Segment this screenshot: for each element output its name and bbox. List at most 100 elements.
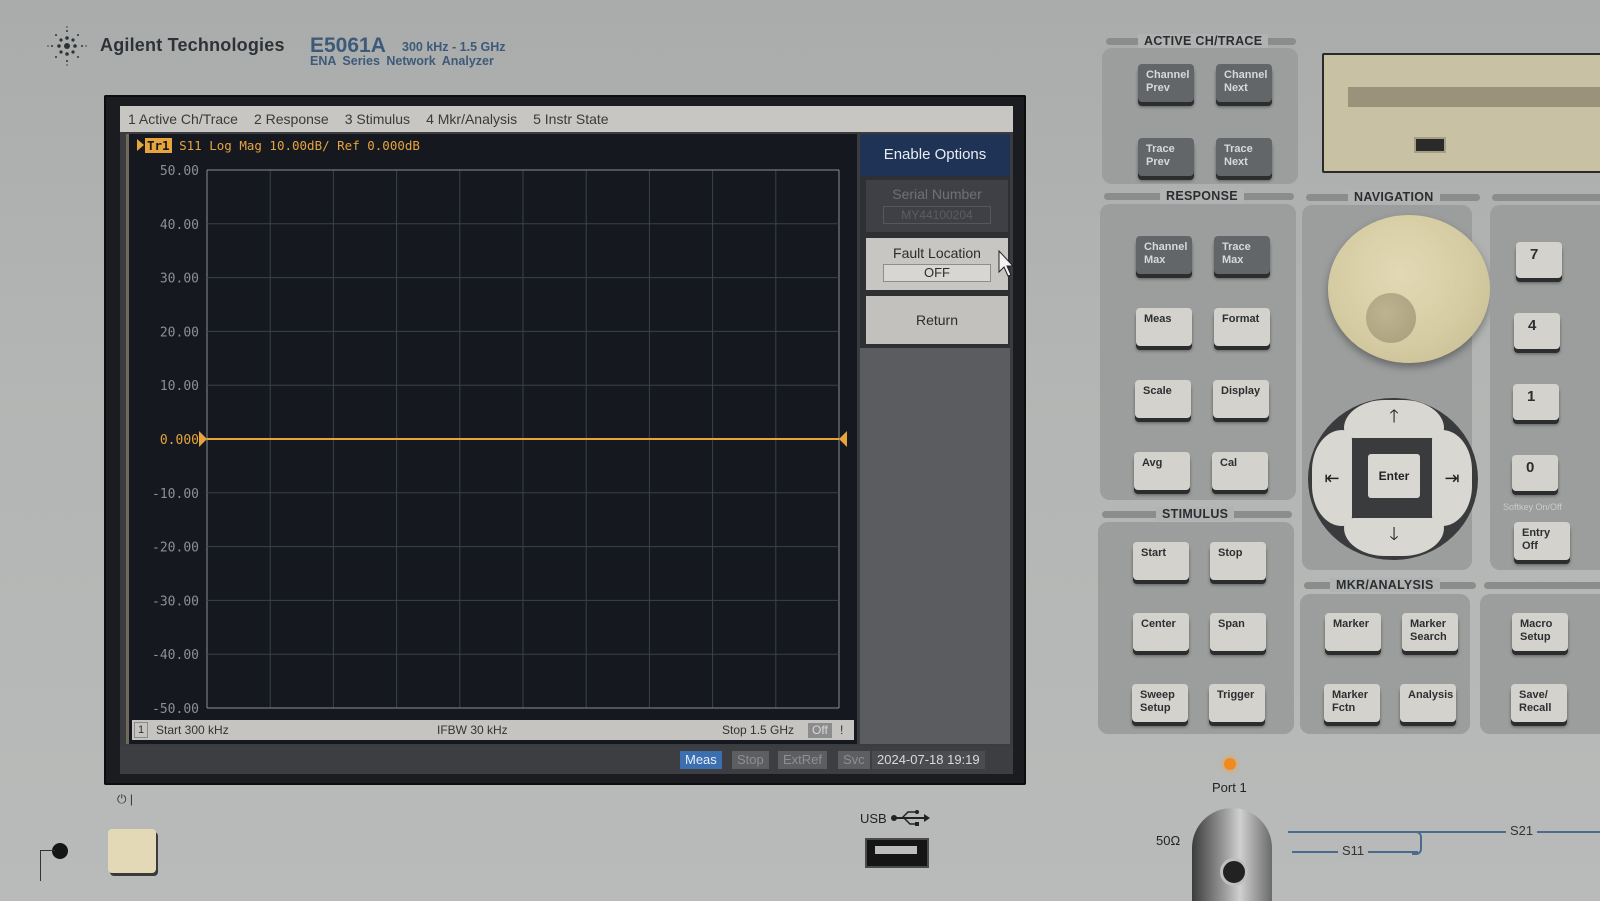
key-meas[interactable]: Meas xyxy=(1136,308,1192,346)
label-mkr-analysis: MKR/ANALYSIS xyxy=(1330,578,1440,592)
key-entry-off[interactable]: Entry Off xyxy=(1514,522,1570,560)
key-macro-setup[interactable]: Macro Setup xyxy=(1512,613,1568,651)
key-cal[interactable]: Cal xyxy=(1212,452,1268,490)
key-trace-max[interactable]: Trace Max xyxy=(1214,236,1270,274)
key-center[interactable]: Center xyxy=(1133,613,1189,651)
status-stop: Stop xyxy=(732,751,769,769)
key-display[interactable]: Display xyxy=(1213,380,1269,418)
key-avg[interactable]: Avg xyxy=(1134,452,1190,490)
navigation-pad: 🡑 🡓 ⇤ ⇥ Enter xyxy=(1308,398,1478,560)
key-trace-prev[interactable]: Trace Prev xyxy=(1138,138,1194,176)
port1-label: Port 1 xyxy=(1212,780,1247,795)
arrow-down-icon: 🡓 xyxy=(1389,524,1399,544)
key-trace-next[interactable]: Trace Next xyxy=(1216,138,1272,176)
fault-location-label: Fault Location xyxy=(893,245,981,261)
status-bar: Meas Stop ExtRef Svc 2024-07-18 19:19 xyxy=(120,746,1013,774)
key-save-recall[interactable]: Save/Recall xyxy=(1511,684,1567,722)
frequency-range: 300 kHz - 1.5 GHz xyxy=(402,40,506,54)
key-1[interactable]: 1 xyxy=(1513,384,1559,420)
warning-indicator: ! xyxy=(840,723,844,737)
key-0[interactable]: 0 xyxy=(1512,455,1558,491)
key-span[interactable]: Span xyxy=(1210,613,1266,651)
y-tick-label: -40.00 xyxy=(152,648,199,663)
instrument-display: 1 Active Ch/Trace 2 Response 3 Stimulus … xyxy=(120,106,1013,774)
channel-number[interactable]: 1 xyxy=(134,722,148,738)
softkey-empty-area xyxy=(860,348,1010,744)
key-stop[interactable]: Stop xyxy=(1210,542,1266,580)
s21-line xyxy=(1288,831,1600,833)
ifbw-readout: IFBW 30 kHz xyxy=(437,723,508,737)
floppy-eject-button[interactable] xyxy=(1414,137,1446,153)
label-stimulus: STIMULUS xyxy=(1156,507,1235,521)
trace-chart: Tr1 S11 Log Mag 10.00dB/ Ref 0.000dB 50.… xyxy=(126,134,857,744)
usb-port[interactable] xyxy=(865,838,929,868)
label-response: RESPONSE xyxy=(1160,189,1244,203)
usb-symbol-icon xyxy=(891,810,931,826)
softkey-onoff-label: Softkey On/Off xyxy=(1503,502,1562,512)
y-tick-label: -20.00 xyxy=(152,541,199,556)
power-button[interactable] xyxy=(108,829,156,873)
y-tick-label: 30.00 xyxy=(160,272,199,287)
power-symbols: ⏻ | xyxy=(117,792,133,806)
softkey-return[interactable]: Return xyxy=(866,296,1008,344)
key-channel-next[interactable]: Channel Next xyxy=(1216,64,1272,102)
start-frequency: Start 300 kHz xyxy=(156,723,229,737)
serial-number-value: MY44100204 xyxy=(883,206,991,224)
s-param-bracket xyxy=(1412,831,1422,855)
status-svc: Svc xyxy=(838,751,870,769)
softkey-fault-location[interactable]: Fault Location OFF xyxy=(866,238,1008,290)
key-format[interactable]: Format xyxy=(1214,308,1270,346)
s21-label: S21 xyxy=(1506,823,1538,838)
menu-instr-state[interactable]: 5 Instr State xyxy=(525,111,616,127)
y-tick-label: -10.00 xyxy=(152,487,199,502)
rotary-knob[interactable] xyxy=(1328,215,1490,363)
key-marker-search[interactable]: Marker Search xyxy=(1402,613,1458,651)
enter-button[interactable]: Enter xyxy=(1368,454,1420,498)
usb-text: USB xyxy=(860,811,887,826)
key-channel-prev[interactable]: Channel Prev xyxy=(1138,64,1194,102)
port1-led-icon xyxy=(1224,758,1236,770)
arrow-down-button[interactable]: 🡓 xyxy=(1344,518,1444,556)
usb-label: USB xyxy=(860,810,931,826)
channel-footer: 1 Start 300 kHz IFBW 30 kHz Stop 1.5 GHz… xyxy=(132,720,854,740)
trace-plot: 50.00 40.00 30.00 20.00 10.00 0.000 -10.00 -20.… xyxy=(152,164,847,717)
arrow-left-button[interactable]: ⇤ xyxy=(1312,430,1352,526)
arrow-right-icon: ⇥ xyxy=(1444,467,1460,488)
softkey-serial-number[interactable]: Serial Number MY44100204 xyxy=(866,180,1008,232)
y-tick-label: 10.00 xyxy=(160,379,199,394)
correction-off-badge: Off xyxy=(808,722,832,738)
mouse-pointer-icon xyxy=(998,250,1014,277)
stop-frequency: Stop 1.5 GHz xyxy=(722,723,795,737)
y-tick-label: 0.000 xyxy=(160,433,199,448)
key-marker-fctn[interactable]: Marker Fctn xyxy=(1324,684,1380,722)
key-sweep-setup[interactable]: Sweep Setup xyxy=(1132,684,1188,722)
key-trigger[interactable]: Trigger xyxy=(1209,684,1265,722)
menu-bar: 1 Active Ch/Trace 2 Response 3 Stimulus … xyxy=(120,106,1013,132)
key-start[interactable]: Start xyxy=(1133,542,1189,580)
key-channel-max[interactable]: Channel Max xyxy=(1136,236,1192,274)
menu-stimulus[interactable]: 3 Stimulus xyxy=(337,111,418,127)
label-navigation: NAVIGATION xyxy=(1348,190,1440,204)
port1-n-connector[interactable] xyxy=(1192,808,1272,901)
key-scale[interactable]: Scale xyxy=(1135,380,1191,418)
arrow-up-button[interactable]: 🡑 xyxy=(1344,400,1444,438)
y-tick-label: 40.00 xyxy=(160,218,199,233)
label-active-ch-trace: ACTIVE CH/TRACE xyxy=(1138,34,1269,48)
brand-name: Agilent Technologies xyxy=(100,35,285,55)
fault-location-value: OFF xyxy=(883,264,991,282)
arrow-right-button[interactable]: ⇥ xyxy=(1432,430,1472,526)
menu-active-ch-trace[interactable]: 1 Active Ch/Trace xyxy=(120,111,246,127)
menu-mkr-analysis[interactable]: 4 Mkr/Analysis xyxy=(418,111,525,127)
floppy-drive[interactable] xyxy=(1322,53,1600,173)
impedance-label: 50Ω xyxy=(1156,833,1181,848)
key-marker[interactable]: Marker xyxy=(1325,613,1381,651)
arrow-up-icon: 🡑 xyxy=(1389,406,1399,426)
arrow-left-icon: ⇤ xyxy=(1324,467,1340,488)
key-7[interactable]: 7 xyxy=(1516,242,1562,278)
key-analysis[interactable]: Analysis xyxy=(1400,684,1456,722)
menu-response[interactable]: 2 Response xyxy=(246,111,337,127)
floppy-slot[interactable] xyxy=(1348,87,1600,107)
series-name: ENA Series Network Analyzer xyxy=(310,54,494,68)
key-4[interactable]: 4 xyxy=(1514,313,1560,349)
y-tick-label: -50.00 xyxy=(152,702,199,717)
